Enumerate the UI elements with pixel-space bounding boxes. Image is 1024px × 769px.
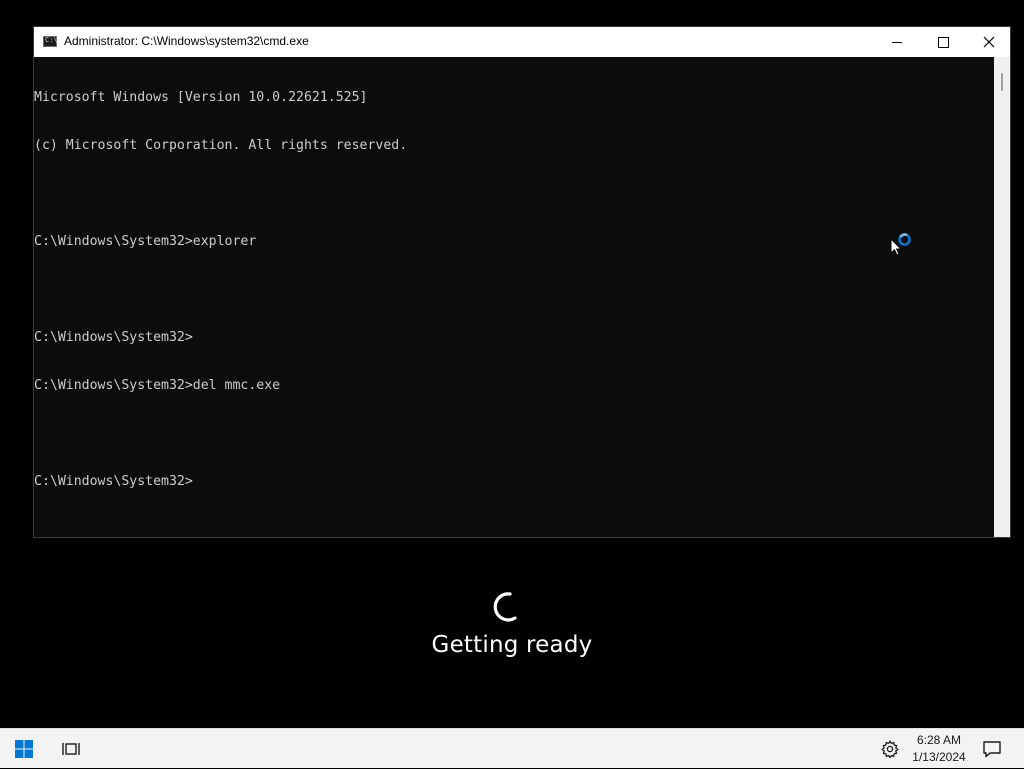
console-line: C:\Windows\System32>explorer xyxy=(34,234,257,249)
taskbar: 6:28 AM 1/13/2024 xyxy=(0,728,1024,768)
vertical-scrollbar[interactable] xyxy=(994,57,1010,537)
notifications-button[interactable] xyxy=(972,729,1012,769)
maximize-button[interactable] xyxy=(920,27,966,57)
console-line: C:\Windows\System32> xyxy=(34,330,193,345)
spinner-icon xyxy=(493,592,517,622)
console-line: Microsoft Windows [Version 10.0.22621.52… xyxy=(34,90,368,105)
cmd-window[interactable]: C:\ Administrator: C:\Windows\system32\c… xyxy=(33,26,1011,538)
scrollbar-thumb[interactable] xyxy=(1001,73,1003,91)
window-title: Administrator: C:\Windows\system32\cmd.e… xyxy=(64,34,309,48)
close-button[interactable] xyxy=(966,27,1012,57)
gear-icon xyxy=(881,740,899,758)
start-button[interactable] xyxy=(4,729,44,769)
console-prompt-line: C:\Windows\System32> xyxy=(34,474,193,489)
task-view-button[interactable] xyxy=(51,729,91,769)
getting-ready-text: Getting ready xyxy=(431,632,593,658)
console-line: (c) Microsoft Corporation. All rights re… xyxy=(34,138,408,153)
minimize-button[interactable] xyxy=(874,27,920,57)
windows-logo-icon xyxy=(15,740,33,758)
maximize-icon xyxy=(937,36,949,48)
console-line: C:\Windows\System32>del mmc.exe xyxy=(34,378,281,393)
title-bar[interactable]: C:\ Administrator: C:\Windows\system32\c… xyxy=(34,27,1010,57)
desktop: C:\ Administrator: C:\Windows\system32\c… xyxy=(0,0,1024,728)
minimize-icon xyxy=(892,41,902,43)
close-icon xyxy=(983,36,995,48)
clock-time: 6:28 AM xyxy=(916,733,962,747)
clock-date: 1/13/2024 xyxy=(912,750,966,764)
console-output[interactable]: Microsoft Windows [Version 10.0.22621.52… xyxy=(34,57,994,537)
task-view-icon xyxy=(62,743,80,755)
settings-button[interactable] xyxy=(872,729,908,769)
notification-icon xyxy=(983,741,1001,758)
taskbar-clock[interactable]: 6:28 AM 1/13/2024 xyxy=(908,732,970,768)
busy-cursor-icon xyxy=(890,233,911,256)
cmd-icon: C:\ xyxy=(43,36,58,47)
